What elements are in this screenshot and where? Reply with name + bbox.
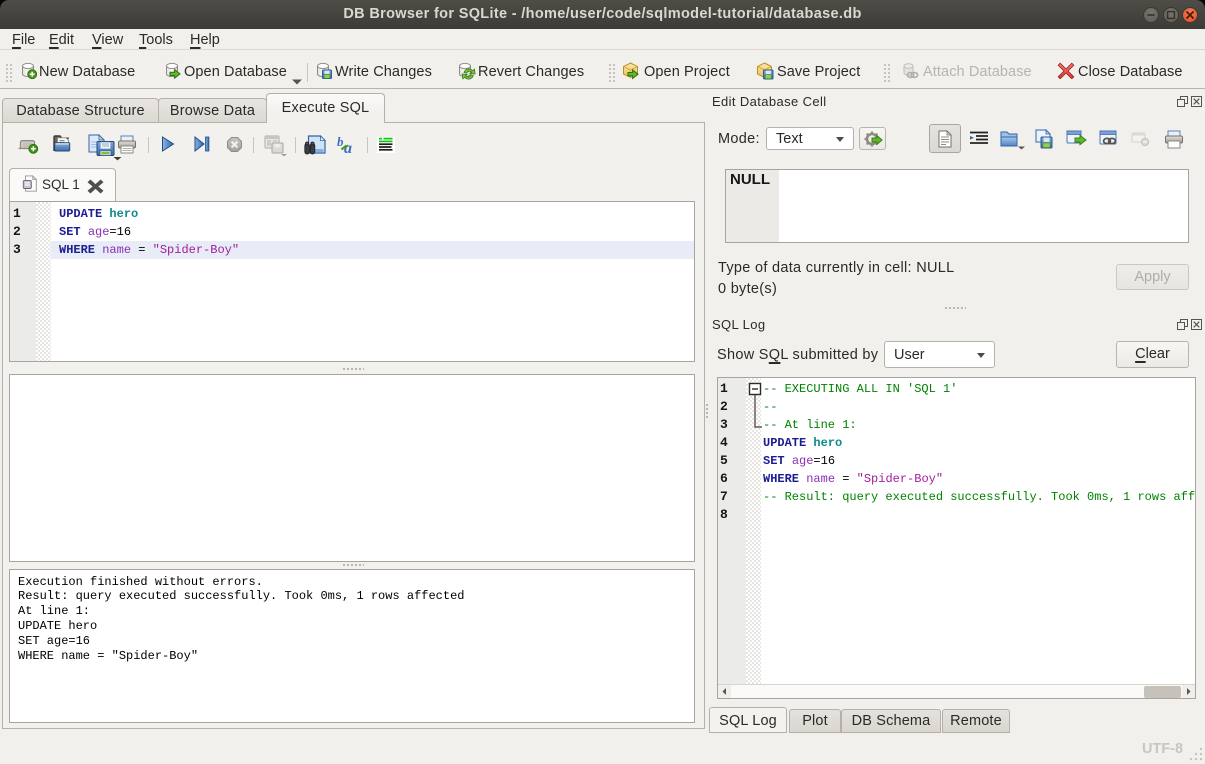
svg-text:b: b bbox=[337, 134, 344, 149]
